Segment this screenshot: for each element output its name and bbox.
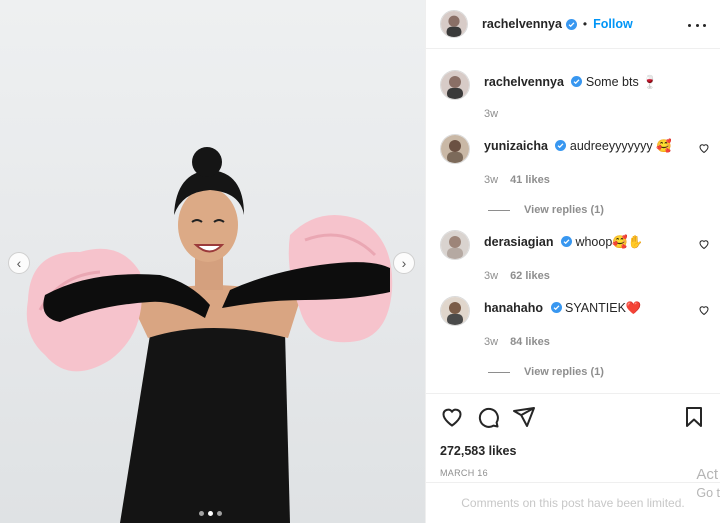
caption-avatar[interactable] (440, 70, 470, 100)
action-bar (426, 394, 720, 440)
view-replies-label: View replies (1) (524, 366, 604, 378)
carousel-indicator (199, 511, 222, 516)
share-button[interactable] (512, 405, 536, 429)
comment-text: whoop🥰✋ (575, 235, 644, 249)
heart-icon[interactable] (698, 238, 710, 250)
comment-button[interactable] (476, 405, 500, 429)
comments-limited-notice: Comments on this post have been limited. (426, 482, 720, 523)
post-actions-section: 272,583 likes MARCH 16 (426, 393, 720, 478)
verified-icon (565, 18, 577, 30)
comment-likes[interactable]: 62 likes (510, 270, 550, 282)
save-button[interactable] (682, 405, 706, 429)
caption-time: 3w (484, 108, 499, 120)
carousel-prev-button[interactable]: ‹ (8, 252, 30, 274)
view-replies-button[interactable]: View replies (1) (488, 204, 710, 216)
carousel-dot-active (208, 511, 213, 516)
comment-username[interactable]: yunizaicha (484, 139, 548, 153)
caption: rachelvennya Some bts 🍷 3w (440, 70, 710, 120)
caption-username[interactable]: rachelvennya (484, 75, 564, 89)
header-separator: • (582, 17, 588, 31)
follow-button[interactable]: Follow (593, 17, 633, 31)
post-header: rachelvennya • Follow (426, 0, 720, 49)
heart-icon[interactable] (698, 304, 710, 316)
caption-text: Some bts (585, 75, 639, 89)
commenter-avatar[interactable] (440, 296, 470, 326)
author-avatar[interactable] (440, 10, 468, 38)
instagram-post: ‹ › rachelvennya • Follow rachelvennya S… (0, 0, 720, 523)
verified-icon (550, 302, 562, 313)
author-username[interactable]: rachelvennya (482, 17, 562, 31)
bookmark-icon (686, 407, 702, 427)
view-replies-label: View replies (1) (524, 204, 604, 216)
comment-time: 3w (484, 270, 499, 282)
comment-username[interactable]: derasiagian (484, 235, 553, 249)
heart-icon (442, 408, 462, 427)
comment-time: 3w (484, 174, 499, 186)
photo-illustration (26, 147, 393, 523)
comment-item: derasiagian whoop🥰✋ 3w 62 likes (440, 230, 710, 282)
more-options-icon[interactable] (688, 16, 706, 34)
comment-likes[interactable]: 41 likes (510, 174, 550, 186)
view-replies-button[interactable]: View replies (1) (488, 366, 710, 378)
watermark-line-2: Go t (696, 486, 720, 500)
post-photo[interactable]: ‹ › (0, 0, 425, 523)
like-button[interactable] (440, 405, 464, 429)
verified-icon (560, 236, 572, 247)
comment-item: yunizaicha audreeyyyyyyy 🥰 3w 41 likes V… (440, 134, 710, 216)
activate-windows-watermark: Act Go t (696, 466, 720, 502)
comment-item: hanahaho SYANTIEK❤️ 3w 84 likes View rep… (440, 296, 710, 378)
chevron-left-icon: ‹ (16, 255, 22, 271)
heart-icon[interactable] (698, 142, 710, 154)
comment-text: SYANTIEK❤️ (565, 301, 642, 315)
caption-emoji: 🍷 (642, 75, 658, 89)
carousel-dot (217, 511, 222, 516)
comment-username[interactable]: hanahaho (484, 301, 543, 315)
post-sidebar: rachelvennya • Follow rachelvennya Some … (425, 0, 720, 523)
verified-icon (571, 76, 583, 87)
carousel-dot (199, 511, 204, 516)
like-count[interactable]: 272,583 likes (426, 444, 720, 458)
comment-text: audreeyyyyyyy 🥰 (569, 139, 672, 153)
comments-list: rachelvennya Some bts 🍷 3w yunizaicha au… (426, 50, 720, 392)
post-date[interactable]: MARCH 16 (426, 468, 720, 478)
commenter-avatar[interactable] (440, 230, 470, 260)
carousel-next-button[interactable]: › (393, 252, 415, 274)
verified-icon (555, 140, 567, 151)
comment-likes[interactable]: 84 likes (510, 336, 550, 348)
commenter-avatar[interactable] (440, 134, 470, 164)
share-icon (513, 407, 535, 427)
comment-icon (478, 407, 499, 428)
comment-time: 3w (484, 336, 499, 348)
watermark-line-1: Act (696, 466, 719, 483)
chevron-right-icon: › (401, 255, 407, 271)
